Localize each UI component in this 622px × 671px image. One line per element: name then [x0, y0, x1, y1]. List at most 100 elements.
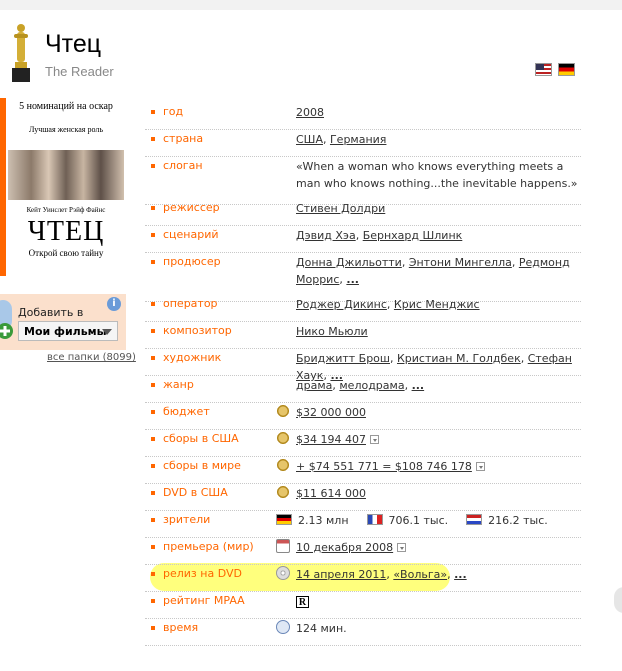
coin-icon	[276, 458, 290, 472]
row-bullet	[151, 626, 155, 630]
info-row: релиз на DVD 14 апреля 2011, «Вольга», ..…	[145, 566, 581, 592]
value-link[interactable]: 14 апреля 2011	[296, 568, 386, 581]
value-link[interactable]: Донна Джильотти	[296, 256, 402, 269]
row-label: рейтинг MPAA	[163, 594, 245, 607]
value-link[interactable]: Стивен Долдри	[296, 202, 385, 215]
row-label: релиз на DVD	[163, 567, 242, 580]
value-link[interactable]: Бриджитт Брош	[296, 352, 390, 365]
folder-select[interactable]: Мои фильмы	[18, 321, 118, 341]
audience-count: 2.13 млн	[298, 514, 349, 527]
info-row: DVD в США $11 614 000	[145, 485, 581, 511]
de-flag-icon[interactable]	[558, 63, 575, 76]
row-value: $32 000 000	[296, 404, 586, 421]
value-text: ,	[511, 256, 519, 269]
row-label: жанр	[163, 378, 194, 391]
row-value: 124 мин.	[296, 620, 586, 637]
row-value: Роджер Дикинс, Крис Менджис	[296, 296, 586, 313]
info-row: слоган «When a woman who knows everything…	[145, 158, 581, 205]
value-link[interactable]: $34 194 407	[296, 433, 366, 446]
value-link[interactable]: Крис Менджис	[394, 298, 480, 311]
poster-title: ЧТЕЦ	[27, 216, 105, 247]
row-value: $34 194 407	[296, 431, 586, 448]
more-link[interactable]: ...	[346, 273, 359, 286]
info-row: бюджет $32 000 000	[145, 404, 581, 430]
info-icon[interactable]: i	[107, 297, 121, 311]
row-label: сборы в мире	[163, 459, 241, 472]
row-bullet	[151, 137, 155, 141]
value-link[interactable]: + $74 551 771 = $108 746 178	[296, 460, 472, 473]
row-bullet	[151, 572, 155, 576]
more-link[interactable]: ...	[454, 568, 467, 581]
row-bullet	[151, 383, 155, 387]
row-label: сценарий	[163, 228, 219, 241]
calendar-icon	[276, 539, 290, 553]
add-to-label: Добавить в	[18, 306, 84, 319]
value-link[interactable]: Дэвид Хэа	[296, 229, 356, 242]
row-value: США, Германия	[296, 131, 586, 148]
value-link[interactable]: Кристиан М. Голдбек	[397, 352, 521, 365]
expand-dropdown-icon[interactable]	[475, 462, 485, 471]
row-bullet	[151, 164, 155, 168]
row-bullet	[151, 518, 155, 522]
value-link[interactable]: Бернхард Шлинк	[363, 229, 463, 242]
us-flag-icon[interactable]	[535, 63, 552, 76]
info-row: сборы в мире + $74 551 771 = $108 746 178	[145, 458, 581, 484]
value-link[interactable]: мелодрама	[339, 379, 404, 392]
row-value: Донна Джильотти, Энтони Мингелла, Редмон…	[296, 254, 586, 288]
row-value: 2008	[296, 104, 586, 121]
value-link[interactable]: Нико Мьюли	[296, 325, 368, 338]
nl-flag-icon	[466, 514, 483, 525]
value-link[interactable]: «Вольга»	[393, 568, 447, 581]
row-label: зрители	[163, 513, 211, 526]
all-folders-link[interactable]: все папки (8099)	[47, 352, 136, 363]
value-text: ,	[404, 379, 412, 392]
row-label: композитор	[163, 324, 232, 337]
row-bullet	[151, 599, 155, 603]
row-label: оператор	[163, 297, 218, 310]
add-plus-icon[interactable]	[0, 322, 14, 340]
movie-poster[interactable]: 5 номинаций на оскар Лучшая женская роль…	[6, 98, 126, 276]
poster-actors: Кейт Уинслет Рэйф Файнс	[26, 206, 106, 214]
info-row: продюсер Донна Джильотти, Энтони Мингелла…	[145, 254, 581, 302]
expand-dropdown-icon[interactable]	[397, 543, 407, 552]
chevron-down-icon	[102, 329, 112, 335]
row-bullet	[151, 356, 155, 360]
info-row: художник Бриджитт Брош, Кристиан М. Голдб…	[145, 350, 581, 382]
value-link[interactable]: Германия	[330, 133, 386, 146]
coin-icon	[276, 485, 290, 499]
value-link[interactable]: США	[296, 133, 323, 146]
value-text: 124 мин.	[296, 622, 347, 635]
clock-icon	[276, 620, 290, 634]
row-value: Стивен Долдри	[296, 200, 586, 217]
row-label: режиссер	[163, 201, 220, 214]
coin-icon	[276, 404, 290, 418]
row-value: 10 декабря 2008	[296, 539, 586, 556]
value-text: ,	[322, 133, 330, 146]
info-row: премьера (мир) 10 декабря 2008	[145, 539, 581, 565]
value-link[interactable]: 2008	[296, 106, 324, 119]
value-link[interactable]: 10 декабря 2008	[296, 541, 393, 554]
info-row: время 124 мин.	[145, 620, 581, 646]
row-value: «When a woman who knows everything meets…	[296, 158, 586, 192]
value-text: ,	[386, 298, 394, 311]
expand-dropdown-icon[interactable]	[369, 435, 379, 444]
original-title: The Reader	[45, 64, 114, 79]
top-bar	[0, 0, 622, 10]
dvd-disc-icon	[276, 566, 290, 580]
row-bullet	[151, 233, 155, 237]
row-value: R	[296, 593, 586, 610]
info-row: оператор Роджер Дикинс, Крис Менджис	[145, 296, 581, 322]
value-link[interactable]: $11 614 000	[296, 487, 366, 500]
value-link[interactable]: Роджер Дикинс	[296, 298, 387, 311]
row-bullet	[151, 491, 155, 495]
right-nav-handle[interactable]	[614, 587, 622, 613]
value-link[interactable]: драма	[296, 379, 332, 392]
value-link[interactable]: Энтони Мингелла	[409, 256, 512, 269]
row-bullet	[151, 206, 155, 210]
mpaa-rating-badge[interactable]: R	[296, 596, 309, 608]
value-link[interactable]: $32 000 000	[296, 406, 366, 419]
folder-select-value: Мои фильмы	[24, 325, 107, 338]
row-label: художник	[163, 351, 222, 364]
value-text: ,	[520, 352, 528, 365]
more-link[interactable]: ...	[412, 379, 425, 392]
